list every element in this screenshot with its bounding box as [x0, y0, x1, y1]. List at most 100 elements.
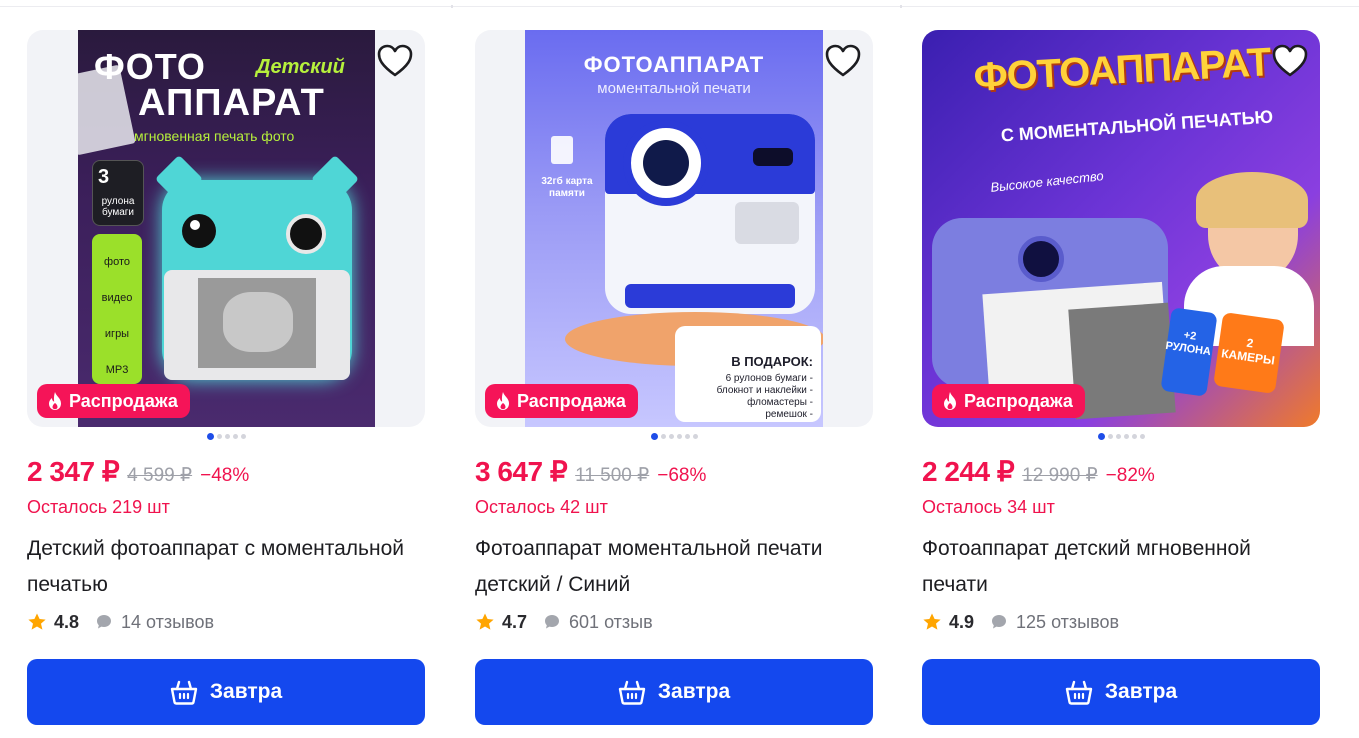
- basket-icon: [170, 680, 198, 705]
- old-price: 4 599 ₽: [127, 465, 193, 486]
- art-rolls-text: рулона бумаги: [101, 196, 135, 218]
- stock-remaining: Осталось 219 шт: [27, 497, 170, 517]
- heart-icon[interactable]: [1272, 44, 1308, 78]
- product-title[interactable]: Детский фотоаппарат с моментальной печат…: [27, 531, 417, 603]
- product-title[interactable]: Фотоаппарат детский мгновенной печати: [922, 531, 1312, 603]
- add-to-cart-button[interactable]: Завтра: [922, 659, 1320, 725]
- product-card[interactable]: ФОТОАППАРАТ моментальной печати 32гб кар…: [475, 30, 873, 730]
- product-image: ФОТОАППАРАТ С МОМЕНТАЛЬНОЙ ПЕЧАТЬЮ Высок…: [922, 30, 1320, 427]
- pager-dot[interactable]: [1123, 434, 1129, 439]
- comment-icon: [97, 615, 112, 629]
- product-photo[interactable]: ФОТОАППАРАТ моментальной печати 32гб кар…: [475, 30, 873, 427]
- art-gift-title: В ПОДАРОК:: [731, 354, 813, 369]
- pager-dot[interactable]: [650, 433, 658, 440]
- current-price: 3 647 ₽: [475, 456, 568, 487]
- comment-icon: [545, 615, 560, 629]
- delivery-label: Завтра: [1104, 680, 1178, 703]
- star-icon: [923, 613, 941, 630]
- pager-dot[interactable]: [1115, 434, 1121, 439]
- add-to-cart-button[interactable]: Завтра: [27, 659, 425, 725]
- art-headline-2: моментальной печати: [597, 80, 751, 97]
- basket-icon: [618, 680, 646, 705]
- product-grid: ФОТО Детский АППАРАТ мгновенная печать ф…: [27, 30, 1327, 730]
- art-headline-1: ФОТОАППАРАТ: [583, 52, 765, 77]
- pager-dot[interactable]: [1097, 433, 1105, 440]
- product-card[interactable]: ФОТОАППАРАТ С МОМЕНТАЛЬНОЙ ПЕЧАТЬЮ Высок…: [922, 30, 1320, 730]
- star-icon: [28, 613, 46, 630]
- art-gift-item: 6 рулонов бумаги -: [725, 373, 813, 384]
- rating-value: 4.9: [949, 611, 975, 632]
- discount-percent: −82%: [1105, 465, 1155, 486]
- flame-icon: [49, 392, 61, 410]
- image-pager[interactable]: [922, 433, 1320, 440]
- star-icon: [476, 613, 494, 630]
- rating-row[interactable]: 4.8 14 отзывов: [27, 610, 214, 634]
- current-price: 2 347 ₽: [27, 456, 120, 487]
- art-headline-1: ФОТОАППАРАТ: [972, 40, 1272, 100]
- sale-label: Распродажа: [69, 390, 178, 411]
- sale-badge: Распродажа: [485, 384, 638, 418]
- flame-icon: [944, 392, 956, 410]
- heart-icon[interactable]: [825, 44, 861, 78]
- art-headline-3: мгновенная печать фото: [134, 128, 295, 144]
- art-feature-video: видео: [101, 292, 133, 304]
- pager-dot[interactable]: [668, 434, 674, 439]
- price-row: 3 647 ₽ 11 500 ₽ −68%: [475, 455, 706, 487]
- add-to-cart-button[interactable]: Завтра: [475, 659, 873, 725]
- basket-icon: [1065, 680, 1093, 705]
- discount-percent: −68%: [657, 465, 707, 486]
- art-memory-card: 32гб карта памяти: [541, 176, 593, 199]
- art-quality: Высокое качество: [989, 168, 1105, 195]
- delivery-label: Завтра: [209, 680, 283, 703]
- reviews-count: 601 отзыв: [569, 611, 653, 632]
- current-price: 2 244 ₽: [922, 456, 1015, 487]
- pager-dot[interactable]: [216, 434, 222, 439]
- product-photo[interactable]: ФОТО Детский АППАРАТ мгновенная печать ф…: [27, 30, 425, 427]
- art-headline-2: АППАРАТ: [138, 82, 325, 124]
- flame-icon: [497, 392, 509, 410]
- heart-icon[interactable]: [377, 44, 413, 78]
- pager-dot[interactable]: [232, 434, 238, 439]
- price-row: 2 244 ₽ 12 990 ₽ −82%: [922, 455, 1155, 487]
- art-feature-photo: фото: [104, 256, 130, 268]
- old-price: 12 990 ₽: [1022, 465, 1098, 486]
- product-image: ФОТО Детский АППАРАТ мгновенная печать ф…: [78, 30, 375, 427]
- sale-badge: Распродажа: [37, 384, 190, 418]
- old-price: 11 500 ₽: [575, 465, 650, 486]
- pager-dot[interactable]: [692, 434, 698, 439]
- art-gift-item: фломастеры -: [747, 397, 813, 408]
- image-pager[interactable]: [475, 433, 873, 440]
- pager-dot[interactable]: [660, 434, 666, 439]
- art-rolls-number: 3: [98, 166, 110, 188]
- pager-dot[interactable]: [206, 433, 214, 440]
- price-row: 2 347 ₽ 4 599 ₽ −48%: [27, 455, 249, 487]
- image-pager[interactable]: [27, 433, 425, 440]
- reviews-count: 14 отзывов: [121, 611, 215, 632]
- art-headline-2: С МОМЕНТАЛЬНОЙ ПЕЧАТЬЮ: [1000, 106, 1274, 146]
- art-feature-mp3: MP3: [105, 364, 129, 376]
- pager-dot[interactable]: [1131, 434, 1137, 439]
- pager-dot[interactable]: [1107, 434, 1113, 439]
- pager-dot[interactable]: [684, 434, 690, 439]
- delivery-label: Завтра: [657, 680, 731, 703]
- rating-value: 4.7: [502, 611, 528, 632]
- pager-dot[interactable]: [224, 434, 230, 439]
- rating-row[interactable]: 4.9 125 отзывов: [922, 610, 1119, 634]
- art-gift-item: ремешок -: [765, 409, 813, 420]
- comment-icon: [992, 615, 1007, 629]
- pager-dot[interactable]: [676, 434, 682, 439]
- stock-remaining: Осталось 42 шт: [475, 497, 608, 517]
- pager-dot[interactable]: [240, 434, 246, 439]
- stock-remaining: Осталось 34 шт: [922, 497, 1055, 517]
- product-card[interactable]: ФОТО Детский АППАРАТ мгновенная печать ф…: [27, 30, 425, 730]
- reviews-count: 125 отзывов: [1016, 611, 1120, 632]
- sale-label: Распродажа: [517, 390, 626, 411]
- product-title[interactable]: Фотоаппарат моментальной печати детский …: [475, 531, 865, 603]
- product-photo[interactable]: ФОТОАППАРАТ С МОМЕНТАЛЬНОЙ ПЕЧАТЬЮ Высок…: [922, 30, 1320, 427]
- sale-label: Распродажа: [964, 390, 1073, 411]
- pager-dot[interactable]: [1139, 434, 1145, 439]
- art-headline-1b: Детский: [256, 56, 345, 78]
- sale-badge: Распродажа: [932, 384, 1085, 418]
- top-divider: [0, 5, 1359, 8]
- rating-row[interactable]: 4.7 601 отзыв: [475, 610, 653, 634]
